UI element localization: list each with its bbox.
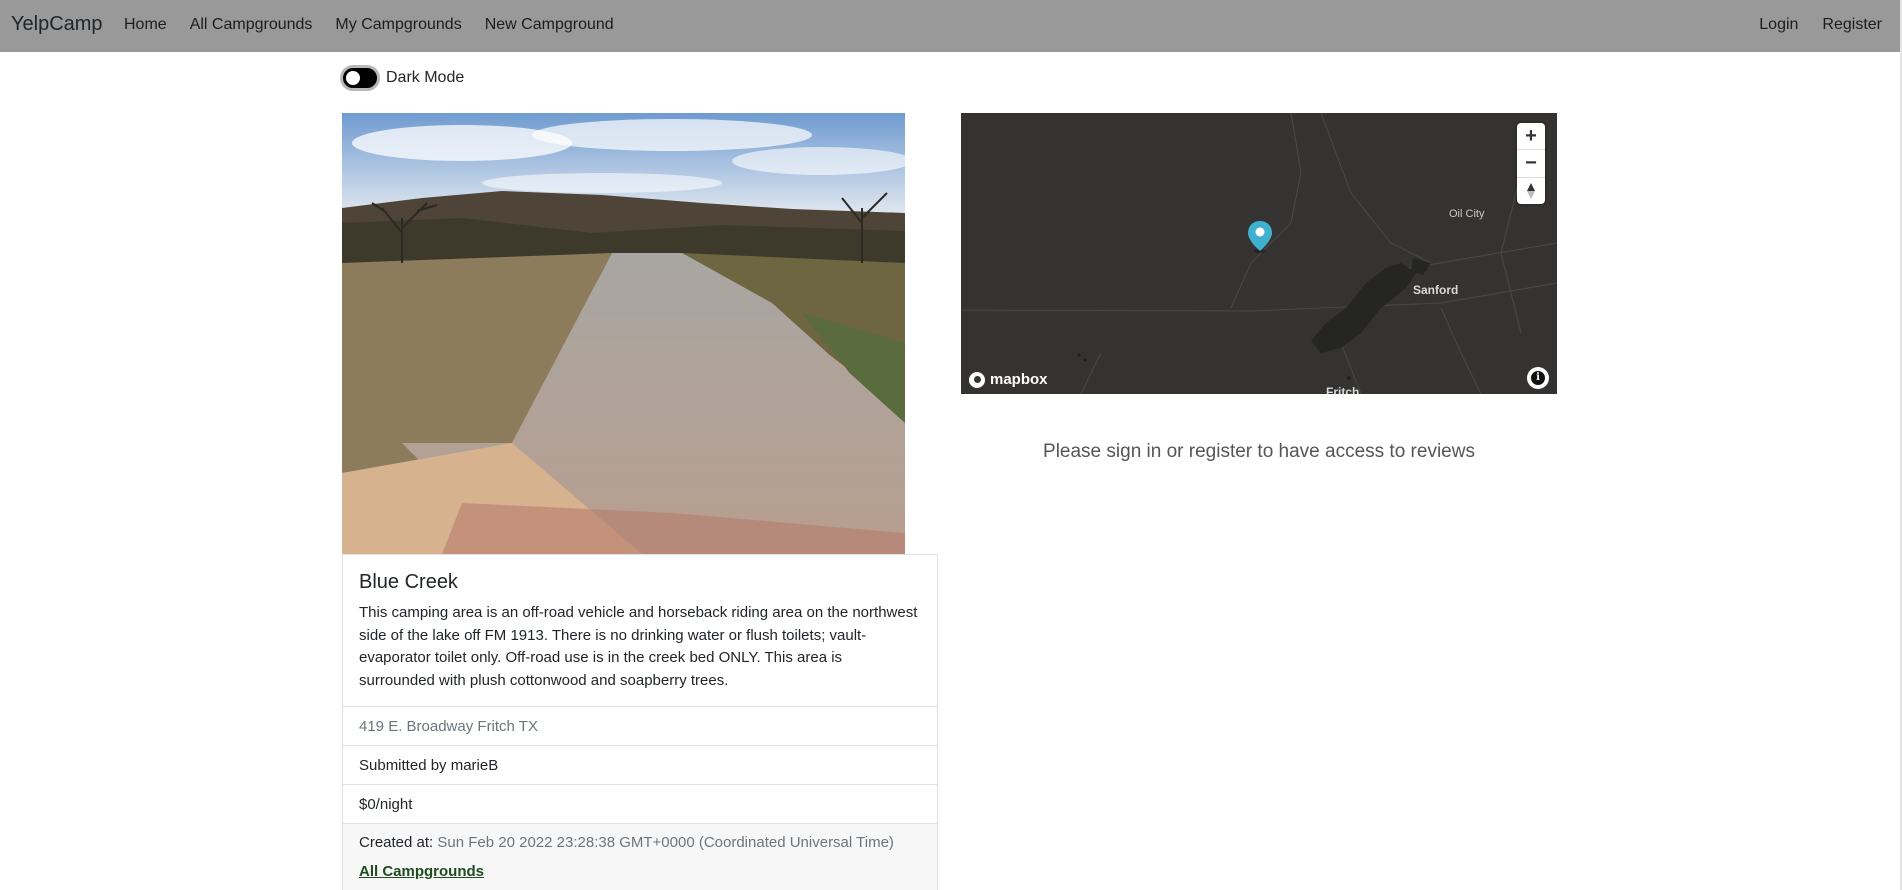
info-icon: i (1531, 371, 1545, 385)
nav-link-home[interactable]: Home (124, 16, 167, 34)
dark-mode-switch[interactable] (340, 65, 380, 91)
mapbox-logo[interactable]: mapbox (969, 371, 1048, 388)
map-marker-icon[interactable] (1248, 221, 1272, 253)
created-at: Created at: Sun Feb 20 2022 23:28:38 GMT… (359, 834, 921, 851)
navbar: YelpCamp Home All Campgrounds My Campgro… (0, 0, 1902, 52)
campground-title: Blue Creek (359, 571, 458, 593)
nav-link-new-campground[interactable]: New Campground (485, 16, 614, 34)
switch-knob (346, 71, 360, 85)
dark-mode-label: Dark Mode (386, 69, 465, 86)
map-label-fritch: Fritch (1326, 385, 1360, 394)
created-at-value: Sun Feb 20 2022 23:28:38 GMT+0000 (Coord… (437, 834, 894, 851)
map-label-sanford: Sanford (1413, 283, 1459, 297)
campground-description: This camping area is an off-road vehicle… (359, 604, 918, 689)
all-campgrounds-link[interactable]: All Campgrounds (359, 863, 484, 880)
nav-link-my-campgrounds[interactable]: My Campgrounds (335, 16, 461, 34)
attribution-info-button[interactable]: i (1527, 367, 1549, 389)
nav-links: Home All Campgrounds My Campgrounds New … (124, 16, 637, 34)
created-at-label: Created at: (359, 834, 434, 851)
map-zoom-control: + − (1517, 123, 1545, 204)
card-footer: Created at: Sun Feb 20 2022 23:28:38 GMT… (343, 824, 937, 890)
compass-icon (1527, 182, 1535, 199)
campground-location: 419 E. Broadway Fritch TX (343, 707, 937, 746)
campground-map[interactable]: Oil City Sanford Fritch + − mapbox i (961, 113, 1557, 394)
zoom-out-button[interactable]: − (1517, 150, 1545, 178)
campground-price: $0/night (343, 785, 937, 824)
card-body: Blue Creek This camping area is an off-r… (343, 555, 937, 707)
nav-link-all-campgrounds[interactable]: All Campgrounds (190, 16, 313, 34)
reviews-signin-message: Please sign in or register to have acces… (1043, 441, 1475, 462)
brand-logo[interactable]: YelpCamp (11, 13, 103, 36)
nav-auth-links: Login Register (1735, 16, 1882, 34)
campground-photo (342, 113, 905, 554)
zoom-in-button[interactable]: + (1517, 123, 1545, 151)
compass-button[interactable] (1517, 178, 1545, 204)
campground-author: Submitted by marieB (343, 746, 937, 785)
mapbox-logo-icon (969, 371, 985, 388)
campground-card: Blue Creek This camping area is an off-r… (342, 554, 938, 890)
dark-mode-toggle-row: Dark Mode (340, 65, 464, 91)
nav-link-login[interactable]: Login (1759, 16, 1798, 34)
mapbox-logo-text: mapbox (990, 371, 1048, 388)
map-label-oil-city: Oil City (1449, 208, 1485, 220)
nav-link-register[interactable]: Register (1822, 16, 1882, 34)
